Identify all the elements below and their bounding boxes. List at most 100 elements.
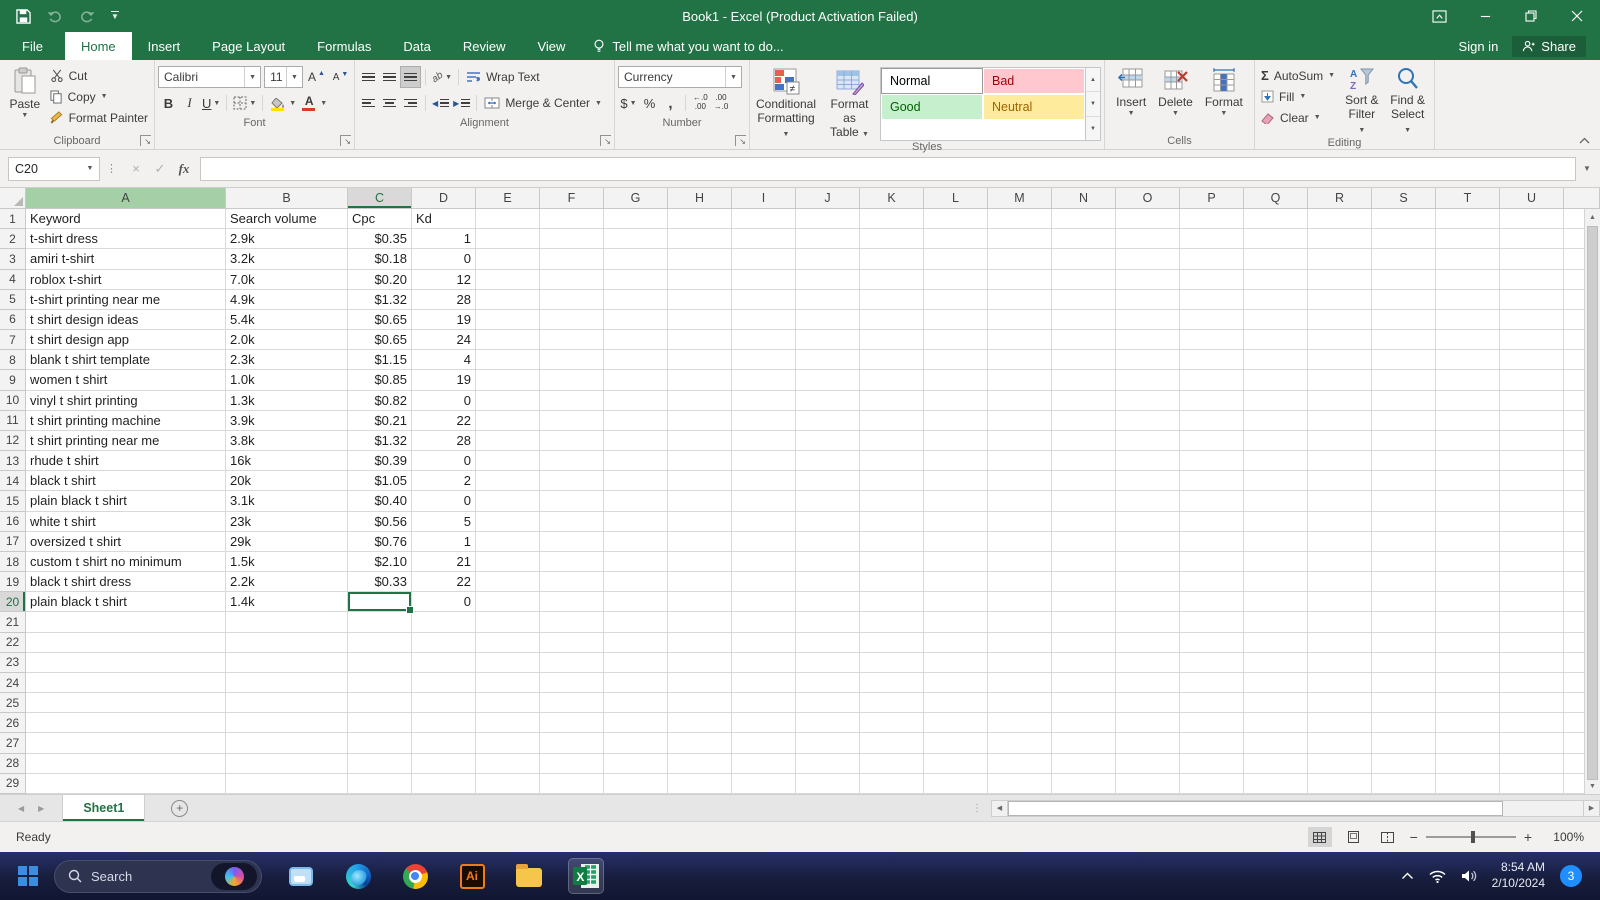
insert-cells-button[interactable]: Insert▼ bbox=[1112, 63, 1150, 132]
cell-H16[interactable] bbox=[668, 512, 732, 532]
cell-I2[interactable] bbox=[732, 229, 796, 249]
cell-A4[interactable]: roblox t-shirt bbox=[26, 270, 226, 290]
cell-L28[interactable] bbox=[924, 754, 988, 774]
tab-split-handle[interactable]: ⋮ bbox=[972, 803, 983, 814]
cell-K24[interactable] bbox=[860, 673, 924, 693]
cell-N17[interactable] bbox=[1052, 532, 1116, 552]
cell-P29[interactable] bbox=[1180, 774, 1244, 794]
cell-P22[interactable] bbox=[1180, 633, 1244, 653]
cell-Q1[interactable] bbox=[1244, 209, 1308, 229]
cell-D10[interactable]: 0 bbox=[412, 391, 476, 411]
column-header-E[interactable]: E bbox=[476, 188, 540, 209]
accounting-format-button[interactable]: $▼ bbox=[618, 92, 639, 114]
cell-H8[interactable] bbox=[668, 350, 732, 370]
cell-H5[interactable] bbox=[668, 290, 732, 310]
cell-N24[interactable] bbox=[1052, 673, 1116, 693]
column-header-A[interactable]: A bbox=[26, 188, 226, 209]
cell-F24[interactable] bbox=[540, 673, 604, 693]
cell-H9[interactable] bbox=[668, 370, 732, 390]
normal-view-button[interactable] bbox=[1308, 827, 1332, 847]
style-neutral[interactable]: Neutral bbox=[983, 94, 1085, 120]
ribbon-display-options-button[interactable] bbox=[1416, 0, 1462, 32]
zoom-level[interactable]: 100% bbox=[1542, 830, 1584, 844]
cell-G16[interactable] bbox=[604, 512, 668, 532]
column-header-B[interactable]: B bbox=[226, 188, 348, 209]
cell-Q17[interactable] bbox=[1244, 532, 1308, 552]
cell-F9[interactable] bbox=[540, 370, 604, 390]
cell-T23[interactable] bbox=[1436, 653, 1500, 673]
column-header-T[interactable]: T bbox=[1436, 188, 1500, 209]
cell-G13[interactable] bbox=[604, 451, 668, 471]
cell-J15[interactable] bbox=[796, 491, 860, 511]
alignment-dialog-launcher[interactable]: ↘ bbox=[600, 135, 611, 146]
format-cells-button[interactable]: Format▼ bbox=[1201, 63, 1247, 132]
cell-N11[interactable] bbox=[1052, 411, 1116, 431]
cell-D3[interactable]: 0 bbox=[412, 249, 476, 269]
next-sheet-icon[interactable]: ▶ bbox=[38, 804, 44, 813]
borders-button[interactable]: ▼ bbox=[231, 92, 258, 114]
cell-N12[interactable] bbox=[1052, 431, 1116, 451]
cell-C20[interactable] bbox=[348, 592, 412, 612]
cell-N4[interactable] bbox=[1052, 270, 1116, 290]
cell-D9[interactable]: 19 bbox=[412, 370, 476, 390]
cell-B25[interactable] bbox=[226, 693, 348, 713]
cell-Q20[interactable] bbox=[1244, 592, 1308, 612]
cell-G21[interactable] bbox=[604, 612, 668, 632]
cell-U13[interactable] bbox=[1500, 451, 1564, 471]
cell-A3[interactable]: amiri t-shirt bbox=[26, 249, 226, 269]
cell-B15[interactable]: 3.1k bbox=[226, 491, 348, 511]
scroll-down-icon[interactable]: ▼ bbox=[1585, 778, 1600, 794]
cell-S24[interactable] bbox=[1372, 673, 1436, 693]
cell-D23[interactable] bbox=[412, 653, 476, 673]
cell-K4[interactable] bbox=[860, 270, 924, 290]
cell-F26[interactable] bbox=[540, 713, 604, 733]
comma-style-button[interactable]: , bbox=[660, 92, 681, 114]
cell-I16[interactable] bbox=[732, 512, 796, 532]
cell-H19[interactable] bbox=[668, 572, 732, 592]
cell-S25[interactable] bbox=[1372, 693, 1436, 713]
taskbar-file-explorer-icon[interactable] bbox=[511, 858, 547, 894]
row-header-7[interactable]: 7 bbox=[0, 330, 26, 350]
cell-R2[interactable] bbox=[1308, 229, 1372, 249]
cell-F21[interactable] bbox=[540, 612, 604, 632]
column-header-D[interactable]: D bbox=[412, 188, 476, 209]
cell-A16[interactable]: white t shirt bbox=[26, 512, 226, 532]
cell-T24[interactable] bbox=[1436, 673, 1500, 693]
cell-C2[interactable]: $0.35 bbox=[348, 229, 412, 249]
cell-P4[interactable] bbox=[1180, 270, 1244, 290]
cell-E26[interactable] bbox=[476, 713, 540, 733]
cell-L27[interactable] bbox=[924, 733, 988, 753]
cell-E24[interactable] bbox=[476, 673, 540, 693]
row-header-5[interactable]: 5 bbox=[0, 290, 26, 310]
cell-B2[interactable]: 2.9k bbox=[226, 229, 348, 249]
row-header-18[interactable]: 18 bbox=[0, 552, 26, 572]
cell-K2[interactable] bbox=[860, 229, 924, 249]
cell-O16[interactable] bbox=[1116, 512, 1180, 532]
cell-I21[interactable] bbox=[732, 612, 796, 632]
cell-P23[interactable] bbox=[1180, 653, 1244, 673]
cell-G9[interactable] bbox=[604, 370, 668, 390]
cell-Q9[interactable] bbox=[1244, 370, 1308, 390]
cell-D13[interactable]: 0 bbox=[412, 451, 476, 471]
cell-M26[interactable] bbox=[988, 713, 1052, 733]
cell-L15[interactable] bbox=[924, 491, 988, 511]
cell-U26[interactable] bbox=[1500, 713, 1564, 733]
notification-badge[interactable]: 3 bbox=[1560, 865, 1582, 887]
cell-A22[interactable] bbox=[26, 633, 226, 653]
cell-T8[interactable] bbox=[1436, 350, 1500, 370]
cell-E29[interactable] bbox=[476, 774, 540, 794]
cell-T16[interactable] bbox=[1436, 512, 1500, 532]
volume-icon[interactable] bbox=[1461, 869, 1477, 883]
tab-formulas[interactable]: Formulas bbox=[301, 32, 387, 60]
cell-C5[interactable]: $1.32 bbox=[348, 290, 412, 310]
cell-K8[interactable] bbox=[860, 350, 924, 370]
cell-U29[interactable] bbox=[1500, 774, 1564, 794]
cell-U7[interactable] bbox=[1500, 330, 1564, 350]
cell-P8[interactable] bbox=[1180, 350, 1244, 370]
cell-K13[interactable] bbox=[860, 451, 924, 471]
cell-M19[interactable] bbox=[988, 572, 1052, 592]
cell-G23[interactable] bbox=[604, 653, 668, 673]
cell-J1[interactable] bbox=[796, 209, 860, 229]
sign-in-link[interactable]: Sign in bbox=[1459, 39, 1499, 54]
row-header-17[interactable]: 17 bbox=[0, 532, 26, 552]
